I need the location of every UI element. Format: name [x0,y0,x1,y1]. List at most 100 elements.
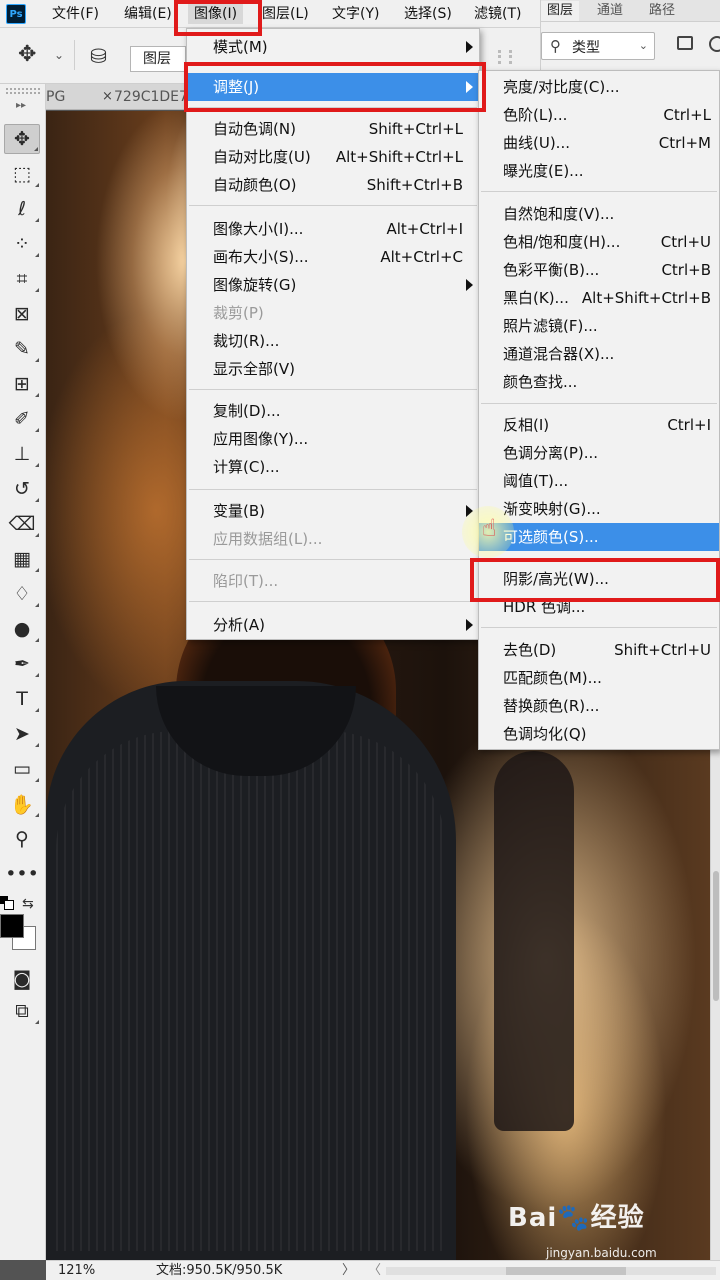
screen-mode-icon[interactable]: ⧉ [4,996,40,1026]
document-tab-2[interactable]: 729C1DE7 [114,84,188,110]
menu-item-trim[interactable]: 裁切(R)... [187,327,479,355]
menu-item-photo-filter[interactable]: 照片滤镜(F)... [479,312,719,340]
menu-item-vibrance[interactable]: 自然饱和度(V)... [479,200,719,228]
annotation-shadows-highlights-item [470,558,720,602]
move-tool-icon[interactable]: ✥ [4,124,40,154]
menu-item-posterize[interactable]: 色调分离(P)... [479,439,719,467]
more-tools-icon[interactable]: ••• [4,859,40,889]
scroll-left-icon[interactable]: 〈 [368,1261,381,1280]
horizontal-scrollbar-thumb[interactable] [506,1267,626,1275]
collapse-icon[interactable]: ▸▸ [16,100,26,111]
menu-item-exposure[interactable]: 曝光度(E)... [479,157,719,185]
layer-filter-select[interactable]: ⚲ 类型 ⌄ [541,32,655,60]
menu-item-auto-tone[interactable]: 自动色调(N) Shift+Ctrl+L [187,115,479,143]
dodge-tool-icon[interactable]: ● [4,614,40,644]
annotation-image-menu [174,0,262,36]
zoom-level[interactable]: 121% [58,1261,95,1280]
default-colors-icon[interactable] [0,896,14,910]
menu-item-channel-mixer[interactable]: 通道混合器(X)... [479,340,719,368]
menu-edit[interactable]: 编辑(E) [124,4,172,24]
menu-item-auto-color[interactable]: 自动颜色(O) Shift+Ctrl+B [187,171,479,199]
menu-divider [481,403,717,404]
horizontal-scrollbar[interactable] [386,1267,716,1275]
search-icon: ⚲ [550,37,561,55]
menu-item-mode[interactable]: 模式(M) [187,33,479,61]
menu-item-brightness-contrast[interactable]: 亮度/对比度(C)... [479,73,719,101]
filter-adjustment-layer-icon[interactable] [709,36,720,52]
vertical-scrollbar-thumb[interactable] [713,871,719,1001]
zoom-tool-icon[interactable]: ⚲ [4,824,40,854]
menu-item-desaturate[interactable]: 去色(D) Shift+Ctrl+U [479,636,719,664]
menu-item-selective-color[interactable]: 可选颜色(S)... [479,523,719,551]
lasso-tool-icon[interactable]: ℓ [4,194,40,224]
photoshop-logo-icon: Ps [6,4,26,24]
foreground-color-swatch[interactable] [0,914,24,938]
brush-tool-icon[interactable]: ✐ [4,404,40,434]
move-tool-icon[interactable]: ✥ [18,44,36,66]
menu-item-replace-color[interactable]: 替换颜色(R)... [479,692,719,720]
menu-item-hue-saturation[interactable]: 色相/饱和度(H)... Ctrl+U [479,228,719,256]
eraser-tool-icon[interactable]: ⌫ [4,509,40,539]
menu-item-auto-contrast[interactable]: 自动对比度(U) Alt+Shift+Ctrl+L [187,143,479,171]
quick-select-tool-icon[interactable]: ⁘ [4,229,40,259]
clone-stamp-tool-icon[interactable]: ⊥ [4,439,40,469]
status-menu-arrow-icon[interactable]: 〉 [342,1261,355,1280]
tab-paths[interactable]: 路径 [643,1,681,21]
pen-tool-icon[interactable]: ✒ [4,649,40,679]
frame-tool-icon[interactable]: ⊠ [4,299,40,329]
toolbar-grip-handle[interactable] [6,88,40,94]
document-tab-1[interactable]: PG [46,84,65,110]
crop-tool-icon[interactable]: ⌗ [4,264,40,294]
menu-item-canvas-size[interactable]: 画布大小(S)... Alt+Ctrl+C [187,243,479,271]
tab-layers[interactable]: 图层 [541,1,580,21]
menu-select[interactable]: 选择(S) [404,4,452,24]
menu-divider [189,601,477,602]
eyedropper-tool-icon[interactable]: ✎ [4,334,40,364]
adjustments-submenu: 亮度/对比度(C)... 色阶(L)... Ctrl+L 曲线(U)... Ctrl… [478,70,720,750]
type-tool-icon[interactable]: T [4,684,40,714]
menu-item-black-white[interactable]: 黑白(K)... Alt+Shift+Ctrl+B [479,284,719,312]
menu-item-reveal-all[interactable]: 显示全部(V) [187,355,479,383]
history-brush-tool-icon[interactable]: ↺ [4,474,40,504]
image-menu: 模式(M) 调整(J) 自动色调(N) Shift+Ctrl+L 自动对比度(U)… [186,28,480,640]
submenu-arrow-icon [466,619,473,631]
swap-colors-icon[interactable]: ⇆ [22,896,34,912]
menu-item-calculations[interactable]: 计算(C)... [187,453,479,481]
menu-item-gradient-map[interactable]: 渐变映射(G)... [479,495,719,523]
menu-item-color-lookup[interactable]: 颜色查找... [479,368,719,396]
menu-item-image-rotation[interactable]: 图像旋转(G) [187,271,479,299]
menu-filter[interactable]: 滤镜(T) [474,4,521,24]
gradient-tool-icon[interactable]: ▦ [4,544,40,574]
healing-brush-tool-icon[interactable]: ⊞ [4,369,40,399]
menu-item-color-balance[interactable]: 色彩平衡(B)... Ctrl+B [479,256,719,284]
quick-mask-icon[interactable]: ◙ [4,964,40,994]
menu-item-trap: 陷印(T)... [213,572,279,590]
menu-item-levels[interactable]: 色阶(L)... Ctrl+L [479,101,719,129]
menu-item-image-size[interactable]: 图像大小(I)... Alt+Ctrl+I [187,215,479,243]
menu-item-duplicate[interactable]: 复制(D)... [187,397,479,425]
menu-file[interactable]: 文件(F) [52,4,99,24]
annotation-adjustments-item [184,62,486,112]
auto-select-target-select[interactable]: 图层 [130,46,186,72]
marquee-tool-icon[interactable]: ⬚ [4,159,40,189]
menu-item-match-color[interactable]: 匹配颜色(M)... [479,664,719,692]
auto-select-layers-icon[interactable]: ⛁ [90,44,107,68]
menu-item-apply-image[interactable]: 应用图像(Y)... [187,425,479,453]
menu-item-variables[interactable]: 变量(B) [187,497,479,525]
options-grip-handle[interactable] [498,50,512,64]
hand-tool-icon[interactable]: ✋ [4,789,40,819]
blur-tool-icon[interactable]: ♢ [4,579,40,609]
filter-pixel-layer-icon[interactable] [677,36,693,50]
tab-channels[interactable]: 通道 [591,1,629,21]
menu-type[interactable]: 文字(Y) [332,4,379,24]
menu-item-equalize[interactable]: 色调均化(Q) [479,720,719,748]
path-selection-tool-icon[interactable]: ➤ [4,719,40,749]
tool-preset-chevron-down-icon[interactable]: ⌄ [54,48,64,62]
rectangle-tool-icon[interactable]: ▭ [4,754,40,784]
close-icon[interactable]: × [102,84,113,110]
menu-layer[interactable]: 图层(L) [262,4,309,24]
menu-item-threshold[interactable]: 阈值(T)... [479,467,719,495]
menu-item-curves[interactable]: 曲线(U)... Ctrl+M [479,129,719,157]
menu-item-analysis[interactable]: 分析(A) [187,611,479,639]
menu-item-invert[interactable]: 反相(I) Ctrl+I [479,411,719,439]
